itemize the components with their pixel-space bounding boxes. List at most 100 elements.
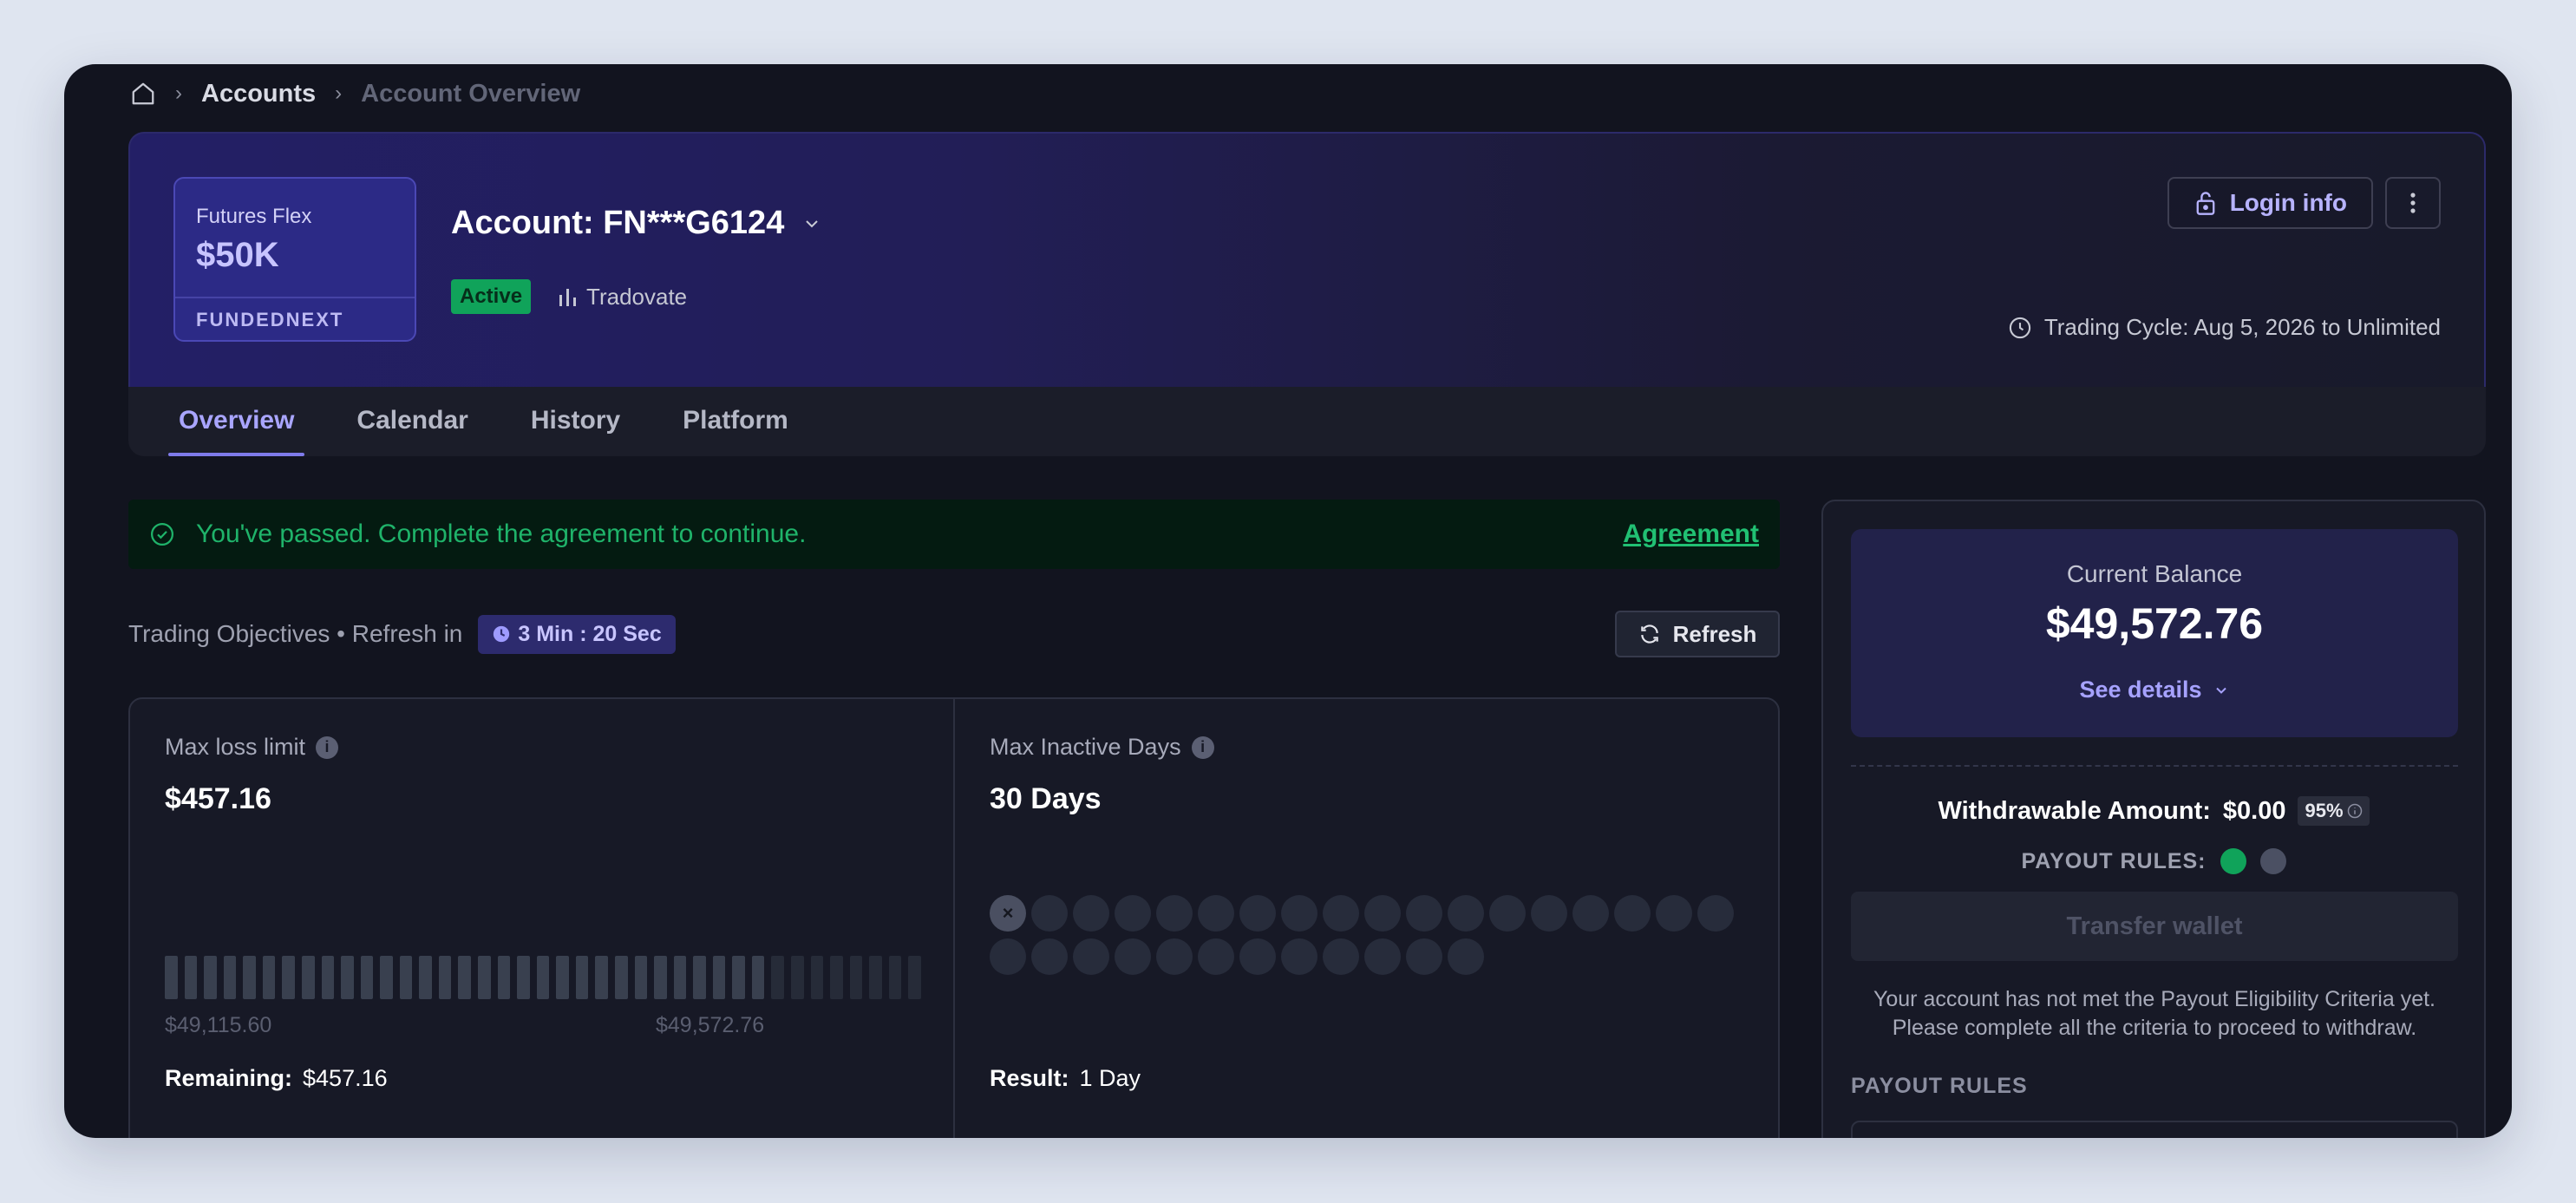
result-row: Result: 1 Day (990, 1065, 1141, 1092)
chevron-down-icon[interactable] (801, 213, 822, 234)
app-frame: › Accounts › Account Overview Futures Fl… (64, 64, 2512, 1138)
loss-bar-segment (654, 956, 667, 999)
inactive-day (1156, 895, 1193, 932)
inactive-day (1572, 895, 1609, 932)
inactive-day (1281, 895, 1317, 932)
loss-bar-segment (732, 956, 745, 999)
info-icon[interactable]: i (1191, 736, 1214, 759)
inactive-day (1323, 895, 1359, 932)
tab-overview[interactable]: Overview (168, 387, 305, 456)
tab-history[interactable]: History (520, 387, 631, 456)
see-details-button[interactable]: See details (1851, 677, 2458, 703)
divider (1851, 765, 2458, 767)
loss-max-label: $49,572.76 (656, 1013, 765, 1037)
breadcrumb-account-overview: Account Overview (361, 79, 581, 108)
loss-bar-segment (595, 956, 608, 999)
login-info-button[interactable]: Login info (2167, 177, 2373, 229)
brand-label: FUNDEDNEXT (175, 297, 415, 340)
inactive-day (1156, 938, 1193, 975)
loss-bar-segment (458, 956, 471, 999)
loss-bar-segment (419, 956, 432, 999)
inactive-label-row: Max Inactive Days i (990, 734, 1214, 761)
current-balance-label: Current Balance (2066, 560, 2243, 587)
inactive-days-metric: Max Inactive Days i 30 Days × Result: 1 … (953, 699, 1778, 1138)
loss-bar-segment (301, 956, 315, 999)
inactive-day (1239, 895, 1276, 932)
remaining-row: Remaining: $457.16 (165, 1065, 388, 1092)
loss-bar-segment (849, 956, 863, 999)
timer-icon (492, 624, 511, 644)
loss-bar-segment (791, 956, 804, 999)
passed-banner: You've passed. Complete the agreement to… (128, 500, 1780, 569)
more-options-button[interactable] (2385, 177, 2441, 229)
objectives-label: Trading Objectives • Refresh in (128, 620, 463, 647)
eligibility-notice: Your account has not met the Payout Elig… (1873, 987, 2436, 1040)
loss-bar-segment (614, 956, 628, 999)
home-icon[interactable] (130, 81, 156, 107)
refresh-icon (1638, 623, 1661, 645)
loss-bar-segment (165, 956, 178, 999)
chevron-right-icon: › (175, 82, 182, 105)
payout-rules-heading: PAYOUT RULES (1851, 1074, 2028, 1098)
payout-rules-label: PAYOUT RULES: (2021, 848, 2207, 873)
loss-bar-segment (438, 956, 452, 999)
loss-bar-segment (830, 956, 843, 999)
passed-message: You've passed. Complete the agreement to… (196, 520, 807, 548)
current-balance-value: $49,572.76 (2045, 599, 2264, 648)
withdrawable-value: $0.00 (2222, 796, 2286, 825)
payout-rules-list (1851, 1121, 2458, 1138)
loss-bar-segment (321, 956, 335, 999)
loss-bar-segment (360, 956, 374, 999)
withdrawable-label: Withdrawable Amount: (1938, 796, 2211, 825)
max-loss-metric: Max loss limit i $457.16 $49,115.60 $49,… (130, 699, 953, 1138)
refresh-label: Refresh (1672, 620, 1757, 647)
check-circle-icon (149, 521, 175, 547)
inactive-day (1489, 895, 1526, 932)
clock-icon (2008, 316, 2032, 340)
profit-split-badge[interactable]: 95% (2298, 796, 2370, 826)
loss-bar-segment (184, 956, 198, 999)
objectives-card: Max loss limit i $457.16 $49,115.60 $49,… (128, 697, 1780, 1138)
loss-bar-segment (810, 956, 824, 999)
loss-bar-segment (478, 956, 491, 999)
refresh-button[interactable]: Refresh (1615, 611, 1780, 657)
loss-bar-segment (243, 956, 256, 999)
account-badge-card: Futures Flex $50K FUNDEDNEXT (173, 177, 416, 342)
tab-platform[interactable]: Platform (672, 387, 799, 456)
current-balance-box: Current Balance $49,572.76 See details (1851, 529, 2458, 737)
chevron-right-icon: › (335, 82, 343, 105)
platform-name: Tradovate (586, 283, 688, 310)
login-info-label: Login info (2229, 189, 2347, 216)
inactive-day (1697, 895, 1734, 932)
inactive-day (1115, 895, 1151, 932)
agreement-link[interactable]: Agreement (1623, 520, 1759, 549)
inactive-day-marked: × (990, 895, 1026, 932)
loss-progress-bars (165, 956, 921, 999)
transfer-wallet-button[interactable]: Transfer wallet (1851, 892, 2458, 961)
info-icon[interactable]: i (316, 736, 339, 759)
breadcrumb-accounts[interactable]: Accounts (201, 80, 316, 108)
see-details-label: See details (2079, 677, 2202, 703)
breadcrumb: › Accounts › Account Overview (130, 73, 580, 114)
info-icon (2347, 803, 2363, 819)
chevron-down-icon (2213, 682, 2230, 699)
account-selector[interactable]: Account: FN***G6124 (451, 205, 822, 242)
tab-calendar[interactable]: Calendar (346, 387, 478, 456)
inactive-day (1364, 938, 1401, 975)
loss-bar-segment (399, 956, 413, 999)
inactive-day (1323, 938, 1359, 975)
balance-panel: Current Balance $49,572.76 See details W… (1821, 500, 2486, 1138)
inactive-day (1406, 938, 1442, 975)
inactive-days-label: Max Inactive Days (990, 734, 1181, 760)
withdrawable-row: Withdrawable Amount: $0.00 95% (1823, 796, 2484, 826)
inactive-day (1073, 938, 1109, 975)
loss-bar-segment (536, 956, 550, 999)
lock-icon (2194, 190, 2218, 216)
trading-cycle: Trading Cycle: Aug 5, 2026 to Unlimited (2008, 314, 2441, 341)
plan-amount: $50K (196, 236, 279, 274)
platform-tag: Tradovate (559, 284, 687, 311)
inactive-day (1198, 938, 1234, 975)
loss-bar-segment (497, 956, 511, 999)
result-label: Result: (990, 1065, 1069, 1091)
loss-bar-segment (556, 956, 569, 999)
